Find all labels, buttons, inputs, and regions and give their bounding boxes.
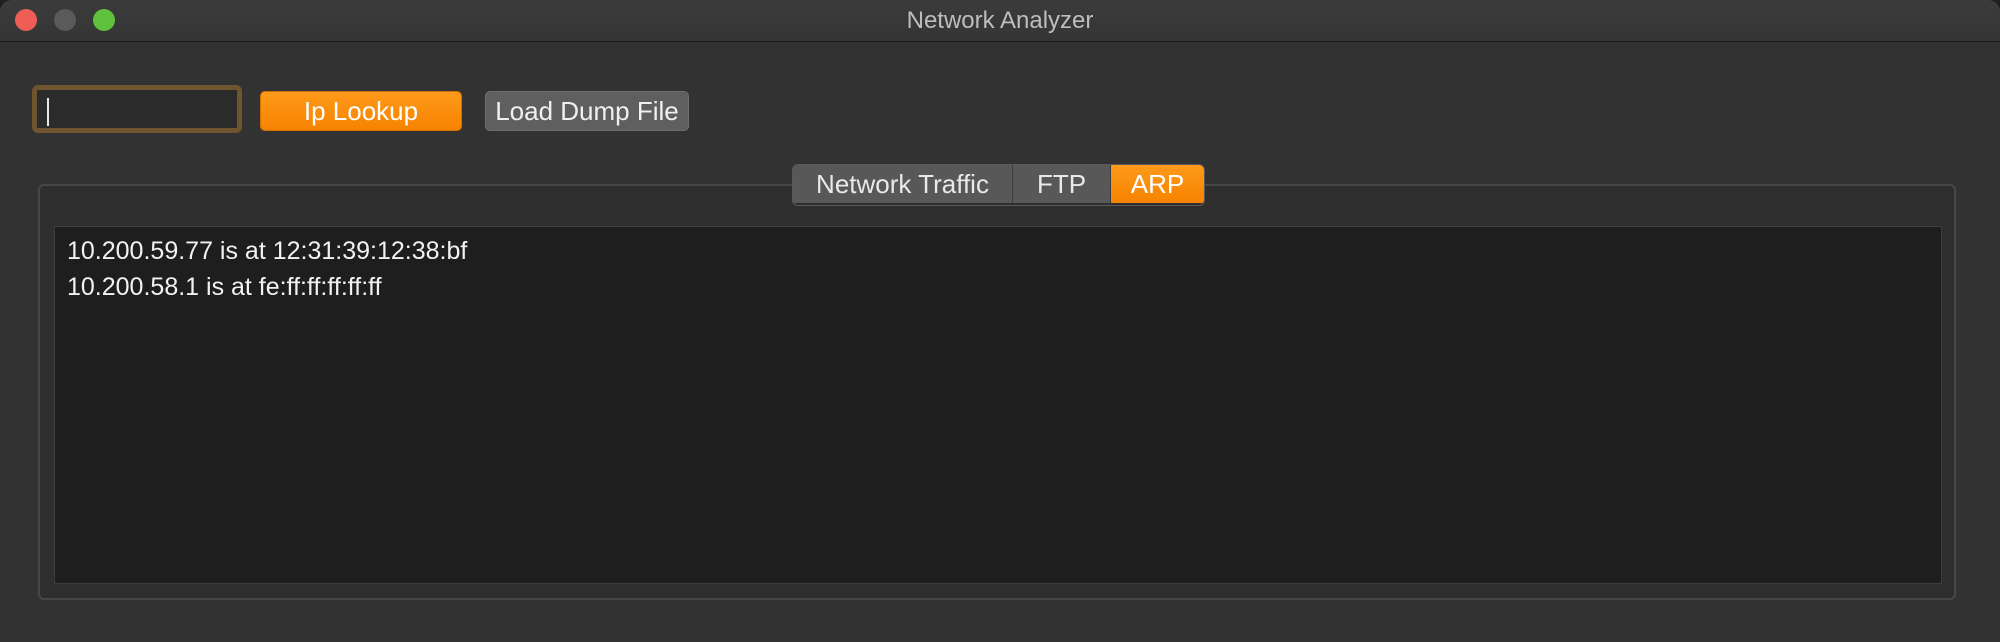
window-title: Network Analyzer	[906, 7, 1094, 34]
ip-input[interactable]	[37, 90, 237, 128]
tab-bar: Network Traffic FTP ARP	[792, 164, 1205, 206]
output-line: 10.200.58.1 is at fe:ff:ff:ff:ff:ff	[67, 273, 382, 301]
app-window: Network Analyzer Ip Lookup Load Dump Fil…	[0, 0, 2000, 642]
load-dump-file-button[interactable]: Load Dump File	[485, 91, 689, 131]
tab-arp[interactable]: ARP	[1111, 165, 1204, 203]
ip-lookup-button[interactable]: Ip Lookup	[260, 91, 462, 131]
title-bar[interactable]: Network Analyzer	[0, 0, 2000, 42]
tab-ftp[interactable]: FTP	[1013, 165, 1111, 203]
ip-input-frame[interactable]	[32, 85, 242, 133]
tab-network-traffic[interactable]: Network Traffic	[793, 165, 1013, 203]
text-caret	[47, 98, 49, 126]
output-line: 10.200.59.77 is at 12:31:39:12:38:bf	[67, 237, 468, 265]
arp-output-area[interactable]: 10.200.59.77 is at 12:31:39:12:38:bf 10.…	[54, 226, 1942, 584]
